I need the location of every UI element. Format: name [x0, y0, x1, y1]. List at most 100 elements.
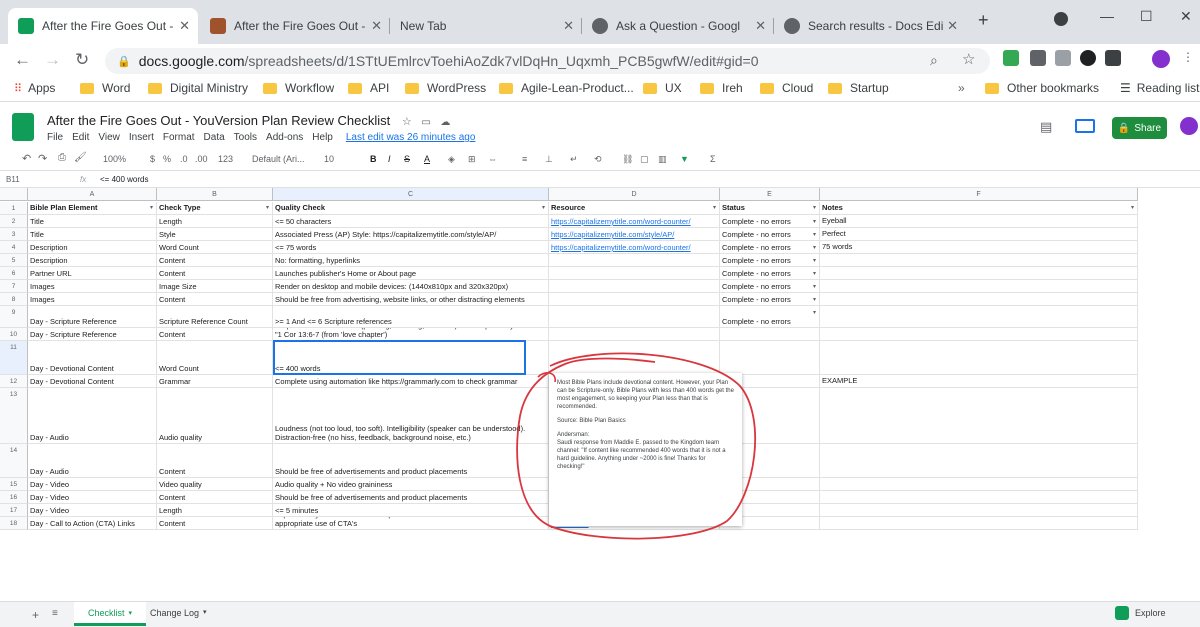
status-dropdown-icon[interactable]: ▾	[813, 270, 816, 279]
status-dropdown-icon[interactable]: ▾	[813, 296, 816, 305]
table-cell[interactable]: Content	[157, 328, 273, 341]
table-cell[interactable]: Content	[157, 491, 273, 504]
table-cell[interactable]	[820, 267, 1138, 280]
table-cell[interactable]: Perfect	[820, 228, 1138, 241]
strikethrough-icon[interactable]: S	[404, 154, 410, 164]
menu-tools[interactable]: Tools	[234, 132, 257, 143]
table-cell[interactable]: Partner URL	[28, 267, 157, 280]
row-number[interactable]: 14	[0, 444, 28, 478]
table-cell[interactable]	[820, 491, 1138, 504]
increase-decimal-button[interactable]: .00	[195, 154, 208, 164]
present-icon[interactable]	[1075, 119, 1095, 133]
column-header-b[interactable]: B	[157, 188, 273, 201]
row-number[interactable]: 18	[0, 517, 28, 530]
table-cell[interactable]: Day - Call to Action (CTA) Links	[28, 517, 157, 530]
undo-icon[interactable]: ↶	[22, 152, 31, 165]
table-cell[interactable]: EXAMPLE Day: 1 Paragraph 4 "fondback" sh…	[820, 375, 1138, 388]
table-cell[interactable]: Video quality	[157, 478, 273, 491]
table-cell[interactable]: Day - Video	[28, 491, 157, 504]
header-cell[interactable]: Status ▾	[720, 202, 820, 215]
close-tab-icon[interactable]: ✕	[947, 18, 958, 34]
menu-format[interactable]: Format	[163, 132, 195, 143]
profile-menu-icon[interactable]	[1054, 12, 1068, 26]
bold-icon[interactable]: B	[370, 154, 377, 164]
row-number[interactable]: 17	[0, 504, 28, 517]
filter-dropdown-icon[interactable]: ▾	[150, 204, 153, 213]
fill-color-icon[interactable]: ◈	[448, 154, 455, 165]
row-number[interactable]: 16	[0, 491, 28, 504]
header-cell[interactable]: Notes ▾	[820, 202, 1138, 215]
close-tab-icon[interactable]: ✕	[179, 18, 190, 34]
valign-icon[interactable]: ⊥	[545, 154, 553, 165]
table-cell[interactable]: 75 words	[820, 241, 1138, 254]
filter-dropdown-icon[interactable]: ▾	[266, 204, 269, 213]
header-cell[interactable]: Bible Plan Element ▾	[28, 202, 157, 215]
table-cell[interactable]	[549, 267, 720, 280]
row-number[interactable]: 15	[0, 478, 28, 491]
table-cell[interactable]: Word Count	[157, 241, 273, 254]
extension-icon[interactable]	[1080, 50, 1096, 66]
table-cell[interactable]: Length	[157, 504, 273, 517]
browser-tab-3[interactable]: New Tab ✕	[390, 8, 582, 44]
extension-icon[interactable]	[1055, 50, 1071, 66]
table-cell[interactable]: Images	[28, 293, 157, 306]
close-tab-icon[interactable]: ✕	[371, 18, 382, 34]
header-cell[interactable]: Quality Check ▾	[273, 202, 549, 215]
table-cell[interactable]: Complete - no errors ▾	[720, 280, 820, 293]
table-cell[interactable]: https://capitalizemytitle.com/word-count…	[549, 215, 720, 228]
align-icon[interactable]: ≡	[522, 154, 527, 164]
puzzle-icon[interactable]	[1105, 50, 1121, 66]
font-size-select[interactable]: 10	[324, 154, 334, 164]
bookmark-folder[interactable]: WordPress	[405, 81, 486, 95]
table-cell[interactable]: Associated Press (AP) Style: https://cap…	[273, 228, 549, 241]
table-cell[interactable]: Images	[28, 280, 157, 293]
filter-dropdown-icon[interactable]: ▾	[1131, 204, 1134, 213]
row-number[interactable]: 9	[0, 306, 28, 328]
table-cell[interactable]	[820, 444, 1138, 478]
filter-icon[interactable]: ▼	[680, 154, 689, 164]
column-header-d[interactable]: D	[549, 188, 720, 201]
table-cell[interactable]: Complete - no errors ▾	[720, 254, 820, 267]
print-icon[interactable]: ⎙	[58, 152, 66, 163]
explore-button[interactable]: Explore	[1115, 606, 1166, 620]
row-number[interactable]: 10	[0, 328, 28, 341]
maximize-icon[interactable]: ☐	[1140, 8, 1153, 25]
table-cell[interactable]: Day - Audio	[28, 388, 157, 444]
table-cell[interactable]: Title	[28, 215, 157, 228]
close-window-icon[interactable]: ✕	[1180, 8, 1192, 25]
table-cell[interactable]: No: formatting, hyperlinks	[273, 254, 549, 267]
add-sheet-icon[interactable]: +	[32, 608, 39, 622]
table-cell[interactable]	[549, 280, 720, 293]
table-cell[interactable]: Content	[157, 517, 273, 530]
status-dropdown-icon[interactable]: ▾	[813, 218, 816, 227]
filter-dropdown-icon[interactable]: ▾	[813, 204, 816, 213]
row-number[interactable]: 2	[0, 215, 28, 228]
back-icon[interactable]: ←	[14, 50, 31, 70]
table-cell[interactable]: Description	[28, 241, 157, 254]
sheet-tab-change-log[interactable]: Change Log ▾	[150, 608, 207, 618]
row-number[interactable]: 13	[0, 388, 28, 444]
table-cell[interactable]: Scripture Reference Count	[157, 306, 273, 328]
merge-cells-icon[interactable]: ⇔	[488, 154, 497, 164]
status-dropdown-icon[interactable]: ▾	[813, 257, 816, 266]
zoom-search-icon[interactable]: ⌕	[930, 50, 938, 70]
other-bookmarks[interactable]: Other bookmarks	[985, 81, 1099, 95]
redo-icon[interactable]: ↷	[38, 152, 47, 165]
decrease-decimal-button[interactable]: .0	[180, 154, 188, 164]
table-cell[interactable]: Title	[28, 228, 157, 241]
table-cell[interactable]: Day - Devotional Content	[28, 375, 157, 388]
row-number[interactable]: 12	[0, 375, 28, 388]
table-cell[interactable]: Content	[157, 444, 273, 478]
row-number[interactable]: 5	[0, 254, 28, 267]
italic-icon[interactable]: I	[388, 154, 391, 164]
bookmark-folder[interactable]: API	[348, 81, 389, 95]
table-cell[interactable]: >= 1 And <= 6 Scripture references	[273, 306, 549, 328]
table-cell[interactable]: Style	[157, 228, 273, 241]
browser-tab-1[interactable]: After the Fire Goes Out - ✕	[8, 8, 198, 44]
bookmark-folder[interactable]: Digital Ministry	[148, 81, 248, 95]
status-dropdown-icon[interactable]: ▾	[813, 283, 816, 292]
row-number[interactable]: 8	[0, 293, 28, 306]
extension-icon[interactable]	[1003, 50, 1019, 66]
row-number[interactable]: 4	[0, 241, 28, 254]
menu-help[interactable]: Help	[312, 132, 333, 143]
